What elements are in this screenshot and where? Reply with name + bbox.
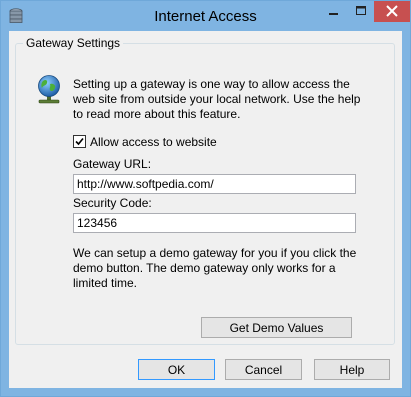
dialog-window: Internet Access Gateway Settings Setting… bbox=[0, 0, 411, 397]
maximize-icon bbox=[348, 6, 374, 25]
group-title: Gateway Settings bbox=[23, 36, 124, 50]
close-icon bbox=[374, 5, 410, 25]
security-code-label: Security Code: bbox=[73, 196, 152, 210]
allow-access-label: Allow access to website bbox=[90, 135, 217, 149]
checkmark-icon bbox=[75, 137, 84, 146]
maximize-button[interactable] bbox=[348, 1, 374, 22]
title-bar[interactable]: Internet Access bbox=[1, 1, 410, 31]
cancel-button[interactable]: Cancel bbox=[225, 359, 302, 380]
intro-text: Setting up a gateway is one way to allow… bbox=[73, 77, 361, 121]
ok-button[interactable]: OK bbox=[138, 359, 215, 380]
close-button[interactable] bbox=[374, 1, 410, 22]
minimize-icon bbox=[319, 11, 348, 25]
gateway-url-label: Gateway URL: bbox=[73, 157, 152, 171]
dialog-body: Gateway Settings Setting up a gateway is… bbox=[9, 31, 402, 388]
gateway-url-field[interactable] bbox=[73, 174, 356, 194]
gateway-settings-group: Gateway Settings Setting up a gateway is… bbox=[15, 36, 395, 345]
get-demo-values-button[interactable]: Get Demo Values bbox=[201, 317, 352, 338]
help-button[interactable]: Help bbox=[314, 359, 390, 380]
globe-network-icon bbox=[36, 75, 62, 105]
minimize-button[interactable] bbox=[319, 1, 348, 22]
allow-access-checkbox[interactable] bbox=[73, 135, 86, 148]
demo-description: We can setup a demo gateway for you if y… bbox=[73, 246, 357, 290]
security-code-field[interactable] bbox=[73, 213, 356, 233]
